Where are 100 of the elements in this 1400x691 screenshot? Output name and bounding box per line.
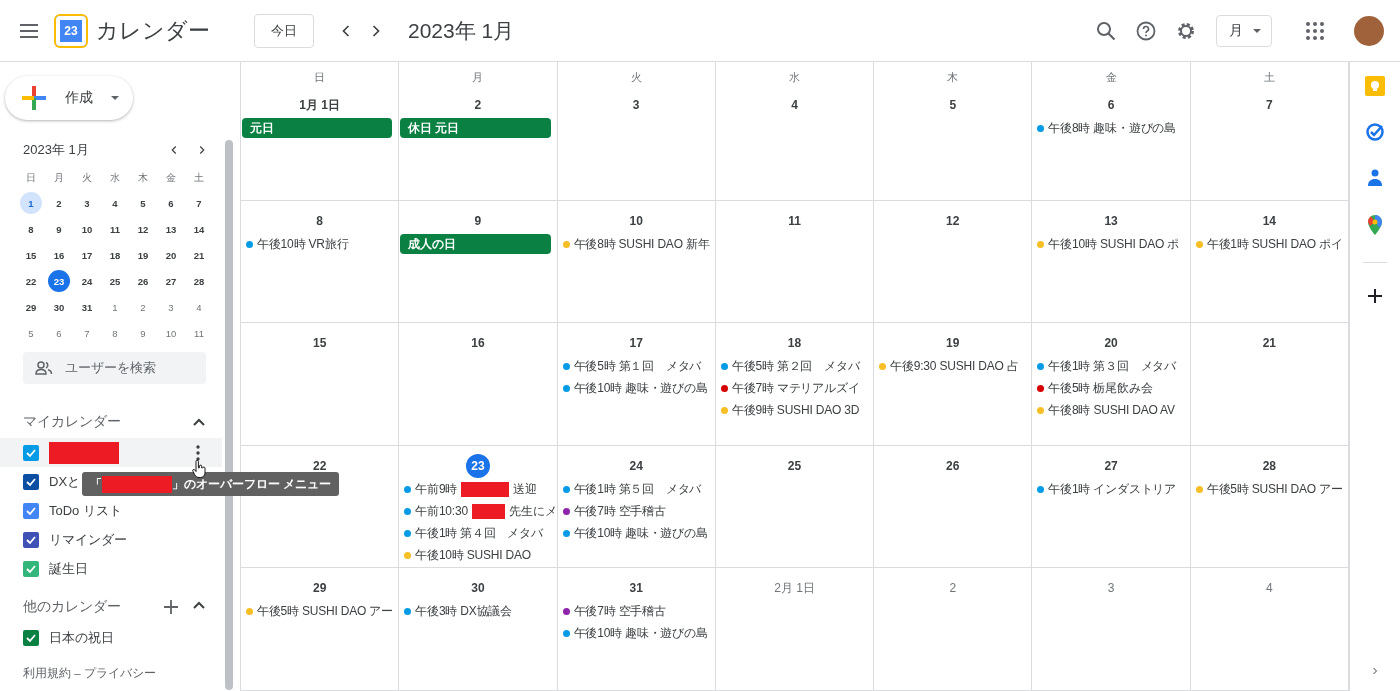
date-number[interactable]: 12 [940,209,965,233]
event-item[interactable]: 午後10時 SUSHI DAO ポ [1032,233,1190,255]
event-item[interactable]: 午後10時 趣味・遊びの島 [557,377,715,399]
event-item[interactable]: 午後1時 SUSHI DAO ポイ [1190,233,1348,255]
date-number[interactable]: 27 [1099,454,1124,478]
event-item[interactable]: 午後5時 SUSHI DAO アー [241,600,399,622]
date-number[interactable]: 9 [465,209,490,233]
event-item[interactable]: 午後1時 第４回 メタバ [399,522,557,544]
event-item[interactable]: 午後5時 第１回 メタバ [557,355,715,377]
date-number[interactable]: 7 [1257,93,1282,117]
add-icon[interactable] [164,600,178,614]
mini-calendar-day[interactable]: 4 [188,296,210,318]
menu-icon[interactable] [20,23,38,38]
calendar-list-item[interactable]: ToDo リスト [0,496,222,525]
date-number[interactable]: 25 [782,454,807,478]
mini-calendar-day[interactable]: 27 [160,270,182,292]
calendar-checkbox[interactable] [23,531,39,548]
calendar-list-item[interactable] [0,438,222,467]
event-item[interactable]: 午前9時 送迎 [399,478,557,500]
mini-calendar-day[interactable]: 25 [104,270,126,292]
mini-calendar-day[interactable]: 6 [48,322,70,344]
tasks-icon[interactable] [1365,122,1385,142]
mini-calendar-day[interactable]: 18 [104,244,126,266]
mini-calendar-day[interactable]: 23 [48,270,70,292]
mini-calendar-day[interactable]: 11 [104,218,126,240]
mini-calendar-day[interactable]: 24 [76,270,98,292]
mini-calendar-day[interactable]: 21 [188,244,210,266]
calendar-checkbox[interactable] [23,502,39,519]
add-icon[interactable] [1368,289,1382,303]
date-number[interactable]: 2 [940,576,965,600]
mini-calendar-day[interactable]: 4 [104,192,126,214]
event-item[interactable]: 午後7時 マテリアルズイ [715,377,874,399]
event-item[interactable]: 午後10時 趣味・遊びの島 [557,522,715,544]
event-item[interactable]: 午後3時 DX協議会 [399,600,557,622]
event-item[interactable]: 午前10:30 先生にメ [399,500,557,522]
event-item[interactable]: 午後1時 第５回 メタバ [557,478,715,500]
mini-calendar-day[interactable]: 1 [104,296,126,318]
mini-calendar-day[interactable]: 30 [48,296,70,318]
map-pin-icon[interactable] [1366,214,1384,236]
mini-calendar-day[interactable]: 3 [160,296,182,318]
date-number[interactable]: 31 [624,576,649,600]
event-item[interactable]: 午後10時 SUSHI DAO [399,544,557,566]
calendar-list-item[interactable]: 日本の祝日 [0,623,222,652]
help-icon[interactable] [1136,20,1156,41]
mini-calendar-day[interactable]: 3 [76,192,98,214]
event-item[interactable]: 午後10時 趣味・遊びの島 [557,622,715,644]
mini-calendar-day[interactable]: 1 [20,192,42,214]
mini-calendar-day[interactable]: 22 [20,270,42,292]
all-day-event[interactable]: 元日 [242,118,393,138]
date-number[interactable]: 20 [1099,331,1124,355]
mini-calendar-day[interactable]: 8 [20,218,42,240]
date-number[interactable]: 21 [1257,331,1282,355]
event-item[interactable]: 午後5時 第２回 メタバ [715,355,874,377]
date-number[interactable]: 17 [624,331,649,355]
mini-calendar-day[interactable]: 13 [160,218,182,240]
chevron-up-icon[interactable] [192,417,206,427]
create-button[interactable]: 作成 [5,76,133,120]
date-number[interactable]: 15 [307,331,332,355]
event-item[interactable]: 午後10時 VR旅行 [241,233,399,255]
date-number[interactable]: 18 [782,331,807,355]
event-item[interactable]: 午後8時 SUSHI DAO 新年 [557,233,715,255]
search-icon[interactable] [1096,20,1116,41]
date-number[interactable]: 26 [940,454,965,478]
mini-calendar-day[interactable]: 17 [76,244,98,266]
date-number[interactable]: 8 [307,209,332,233]
mini-calendar-day[interactable]: 29 [20,296,42,318]
view-select[interactable]: 月 [1216,14,1272,47]
calendar-checkbox[interactable] [23,560,39,577]
mini-calendar-day[interactable]: 11 [188,322,210,344]
mini-calendar-day[interactable]: 14 [188,218,210,240]
event-item[interactable]: 午後8時 趣味・遊びの島 [1032,117,1190,139]
mini-calendar-day[interactable]: 7 [76,322,98,344]
calendar-checkbox[interactable] [23,473,39,490]
user-search-field[interactable]: ユーザーを検索 [23,352,206,384]
date-number[interactable]: 5 [940,93,965,117]
date-number[interactable]: 11 [782,209,807,233]
date-number[interactable]: 3 [624,93,649,117]
today-button[interactable]: 今日 [254,13,314,48]
date-number[interactable]: 23 [465,454,490,478]
event-item[interactable]: 午後7時 空手稽古 [557,600,715,622]
mini-calendar-day[interactable]: 20 [160,244,182,266]
date-number[interactable]: 24 [624,454,649,478]
date-number[interactable]: 1月 1日 [297,93,342,117]
date-number[interactable]: 28 [1257,454,1282,478]
settings-icon[interactable] [1176,20,1196,41]
mini-calendar-day[interactable]: 15 [20,244,42,266]
event-item[interactable]: 午後1時 第３回 メタバ [1032,355,1190,377]
mini-calendar-day[interactable]: 31 [76,296,98,318]
mini-calendar-day[interactable]: 8 [104,322,126,344]
more-options-icon[interactable] [196,444,200,461]
avatar[interactable] [1354,15,1384,46]
mini-calendar-day[interactable]: 10 [160,322,182,344]
mini-calendar-day[interactable]: 9 [48,218,70,240]
mini-calendar-day[interactable]: 2 [48,192,70,214]
calendar-checkbox[interactable] [23,444,39,461]
event-item[interactable]: 午後9時 SUSHI DAO 3D [715,399,874,421]
mini-calendar-day[interactable]: 7 [188,192,210,214]
date-number[interactable]: 30 [465,576,490,600]
event-item[interactable]: 午後5時 栃尾飲み会 [1032,377,1190,399]
date-number[interactable]: 16 [465,331,490,355]
